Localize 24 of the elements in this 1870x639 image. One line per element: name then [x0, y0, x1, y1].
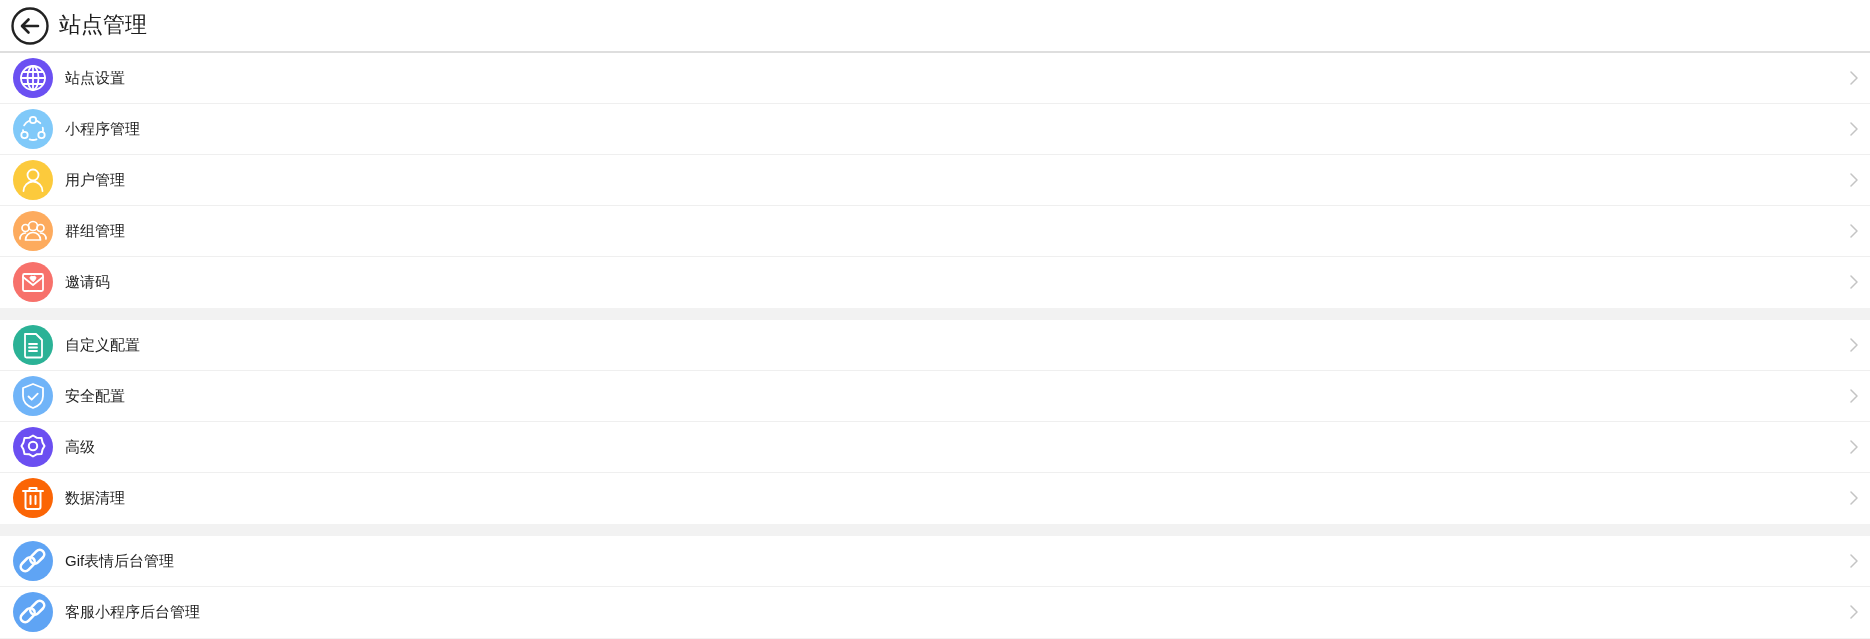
menu-item[interactable]: Gif表情后台管理: [0, 536, 1870, 587]
chevron-icon: [1850, 389, 1858, 403]
chevron-icon: [1850, 605, 1858, 619]
chevron-icon: [1850, 224, 1858, 238]
chevron-icon: [1850, 275, 1858, 289]
menu-item[interactable]: 高级: [0, 422, 1870, 473]
chevron-icon: [1850, 338, 1858, 352]
chevron-icon: [1850, 554, 1858, 568]
page-title: 站点管理: [59, 12, 147, 39]
chevron-icon: [1850, 173, 1858, 187]
chevron-icon: [1850, 491, 1858, 505]
menu-item[interactable]: 客服小程序后台管理: [0, 587, 1870, 638]
menu-item[interactable]: 数据清理: [0, 473, 1870, 524]
chevron-icon: [1850, 71, 1858, 85]
menu-item[interactable]: 站点设置: [0, 53, 1870, 104]
menu-item[interactable]: 安全配置: [0, 371, 1870, 422]
menu-item[interactable]: 自定义配置: [0, 320, 1870, 371]
menu-item[interactable]: 小程序管理: [0, 104, 1870, 155]
chevron-icon: [1850, 122, 1858, 136]
back-icon[interactable]: [11, 6, 49, 45]
chevron-icon: [1850, 440, 1858, 454]
menu-item[interactable]: 群组管理: [0, 206, 1870, 257]
menu-item[interactable]: 邀请码: [0, 257, 1870, 308]
menu-item[interactable]: 用户管理: [0, 155, 1870, 206]
